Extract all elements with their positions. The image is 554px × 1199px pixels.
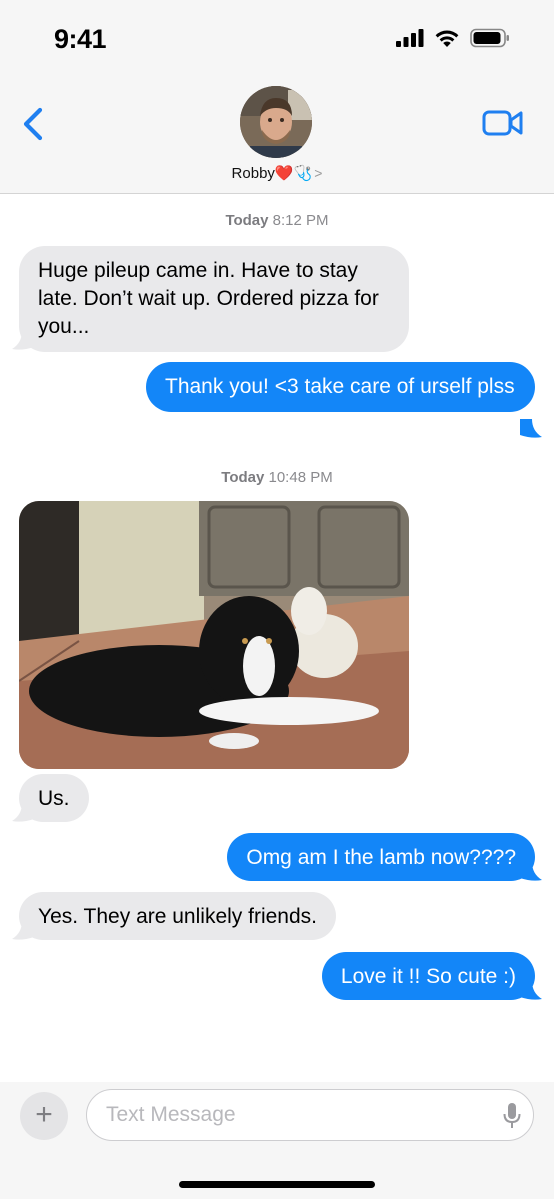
back-chevron-icon[interactable]: [18, 104, 52, 144]
message-text: Huge pileup came in. Have to stay late. …: [38, 259, 379, 338]
timestamp-time: 10:48 PM: [268, 469, 333, 486]
message-input-placeholder: Text Message: [106, 1103, 236, 1126]
timestamp-time: 8:12 PM: [272, 212, 329, 229]
status-bar: 9:41: [0, 0, 554, 82]
home-indicator: [179, 1181, 375, 1188]
message-text: Love it !! So cute :): [340, 965, 516, 988]
plus-icon[interactable]: +: [20, 1092, 68, 1140]
battery-icon: [470, 28, 509, 48]
outgoing-message[interactable]: Omg am I the lamb now????: [227, 833, 535, 881]
message-text: Us.: [38, 787, 70, 810]
outgoing-tail: [520, 981, 542, 1000]
incoming-message[interactable]: Yes. They are unlikely friends.: [19, 892, 336, 940]
avatar[interactable]: [240, 86, 312, 158]
signal-icon: [396, 29, 424, 47]
timestamp-day: Today: [225, 212, 269, 229]
contact-name-row[interactable]: Robby❤️🩺 >: [0, 164, 554, 182]
video-call-icon[interactable]: [482, 108, 524, 138]
composer-bar: + Text Message: [0, 1082, 554, 1199]
chevron-right-icon: >: [314, 165, 323, 181]
outgoing-message[interactable]: Thank you! <3 take care of urself plss: [146, 362, 535, 412]
mic-icon[interactable]: [502, 1102, 522, 1130]
outgoing-tail: [520, 419, 542, 438]
incoming-tail: [12, 921, 34, 940]
image-message[interactable]: [19, 501, 409, 769]
outgoing-tail: [520, 862, 542, 881]
timestamp: Today 8:12 PM: [0, 212, 554, 229]
conversation-header: Robby❤️🩺 >: [0, 82, 554, 194]
status-icons: [396, 28, 510, 48]
status-time: 9:41: [54, 24, 107, 54]
message-text: Yes. They are unlikely friends.: [38, 905, 317, 928]
wifi-icon: [435, 30, 459, 47]
incoming-message[interactable]: Huge pileup came in. Have to stay late. …: [19, 246, 409, 352]
message-input[interactable]: Text Message: [86, 1089, 534, 1141]
timestamp: Today 10:48 PM: [0, 469, 554, 486]
incoming-tail: [12, 803, 34, 822]
incoming-tail: [12, 331, 34, 350]
message-text: Thank you! <3 take care of urself plss: [165, 375, 515, 398]
message-text: Omg am I the lamb now????: [246, 846, 516, 869]
contact-name[interactable]: Robby❤️🩺: [232, 165, 313, 182]
outgoing-message[interactable]: Love it !! So cute :): [321, 952, 535, 1000]
timestamp-day: Today: [221, 469, 265, 486]
